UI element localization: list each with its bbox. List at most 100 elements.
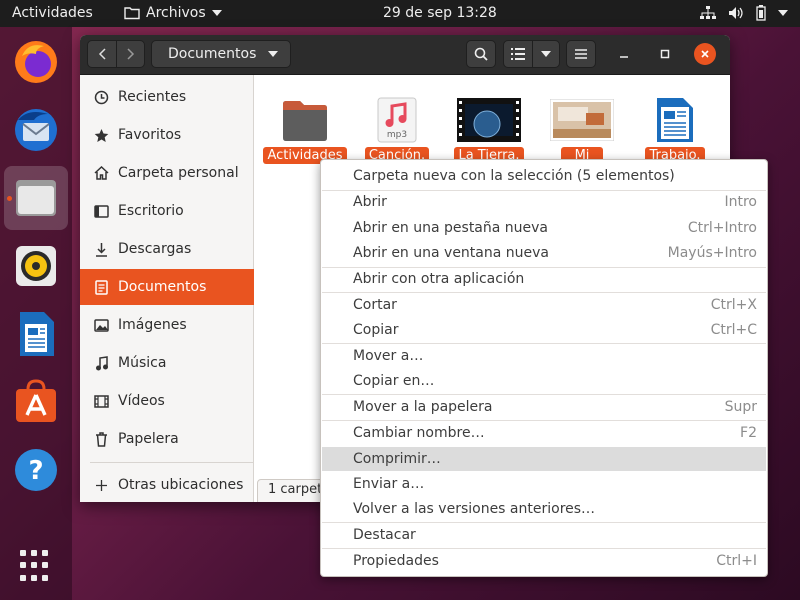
forward-button[interactable] [116, 40, 145, 68]
volume-icon [729, 7, 743, 19]
download-icon [93, 241, 109, 257]
context-menu: Carpeta nueva con la selección (5 elemen… [320, 159, 768, 577]
menu-item-label: Abrir en una ventana nueva [353, 245, 549, 261]
menu-item-cut[interactable]: Cortar Ctrl+X [322, 293, 766, 317]
menu-item-star[interactable]: Destacar [322, 523, 766, 547]
back-button[interactable] [87, 40, 117, 68]
view-toggle-button[interactable] [503, 40, 533, 68]
view-options-button[interactable] [532, 40, 560, 68]
menu-item-accelerator: Ctrl+X [710, 297, 757, 313]
sidebar-item-musica[interactable]: Música [80, 345, 254, 381]
menu-item-copy-to[interactable]: Copiar en… [322, 369, 766, 393]
menu-item-label: Volver a las versiones anteriores… [353, 501, 596, 517]
plus-icon [93, 477, 109, 493]
menu-item-label: Comprimir… [353, 451, 441, 467]
menu-item-properties[interactable]: Propiedades Ctrl+I [322, 549, 766, 573]
chevron-left-icon [98, 48, 106, 60]
main-menu-button[interactable] [566, 40, 596, 68]
file-item[interactable]: Trabajo. [633, 97, 717, 164]
menu-item-open-new-window[interactable]: Abrir en una ventana nueva Mayús+Intro [322, 241, 766, 265]
menu-item-label: Copiar [353, 322, 399, 338]
folder-icon [273, 97, 337, 143]
audio-file-icon: mp3 [365, 97, 429, 143]
minimize-button[interactable] [613, 43, 635, 65]
show-apps-icon[interactable] [20, 550, 52, 582]
sidebar-item-label: Descargas [118, 241, 192, 257]
menu-item-label: Abrir con otra aplicación [353, 271, 525, 287]
dock-software[interactable] [4, 370, 68, 434]
battery-icon [756, 5, 766, 21]
menu-item-label: Carpeta nueva con la selección (5 elemen… [353, 168, 675, 184]
dock-help[interactable]: ? [4, 438, 68, 502]
dock-firefox[interactable] [4, 30, 68, 94]
sidebar: Recientes Favoritos Carpeta personal Esc… [80, 75, 254, 502]
chevron-down-icon [541, 51, 551, 57]
minimize-icon [620, 56, 628, 58]
search-button[interactable] [466, 40, 496, 68]
menu-item-open-with[interactable]: Abrir con otra aplicación [322, 267, 766, 291]
sidebar-item-escritorio[interactable]: Escritorio [80, 193, 254, 229]
sidebar-item-label: Papelera [118, 431, 179, 447]
sidebar-item-label: Favoritos [118, 127, 182, 143]
app-menu[interactable]: Archivos [124, 5, 222, 21]
file-item[interactable]: La Tierra. [447, 97, 531, 164]
files-icon [16, 180, 56, 216]
sidebar-item-favoritos[interactable]: Favoritos [80, 117, 254, 153]
system-tray[interactable] [700, 5, 788, 21]
desktop-icon [93, 203, 109, 219]
menu-item-accelerator: Intro [724, 194, 757, 210]
path-bar-button[interactable]: Documentos [151, 40, 291, 68]
menu-item-open[interactable]: Abrir Intro [322, 190, 766, 214]
sidebar-item-carpeta-personal[interactable]: Carpeta personal [80, 155, 254, 191]
svg-text:?: ? [28, 456, 43, 486]
image-thumbnail-icon [550, 97, 614, 143]
dock-files[interactable] [4, 166, 68, 230]
menu-item-open-new-tab[interactable]: Abrir en una pestaña nueva Ctrl+Intro [322, 216, 766, 240]
dock-rhythmbox[interactable] [4, 234, 68, 298]
sidebar-item-documentos[interactable]: Documentos [80, 269, 254, 305]
menu-item-accelerator: Supr [724, 399, 757, 415]
home-icon [93, 165, 109, 181]
activities-button[interactable]: Actividades [12, 5, 93, 21]
menu-item-label: Cortar [353, 297, 397, 313]
menu-item-send-to[interactable]: Enviar a… [322, 472, 766, 496]
menu-item-revert-previous-versions[interactable]: Volver a las versiones anteriores… [322, 497, 766, 521]
sidebar-item-descargas[interactable]: Descargas [80, 231, 254, 267]
menu-item-label: Abrir en una pestaña nueva [353, 220, 549, 236]
sidebar-item-label: Vídeos [118, 393, 165, 409]
close-button[interactable] [694, 43, 716, 65]
menu-item-move-to[interactable]: Mover a… [322, 344, 766, 368]
video-thumbnail-icon [457, 97, 521, 143]
file-item[interactable]: mp3 Canción. [355, 97, 439, 164]
menu-item-label: Copiar en… [353, 373, 435, 389]
sidebar-item-recientes[interactable]: Recientes [80, 79, 254, 115]
close-icon [701, 50, 709, 58]
folder-icon [124, 7, 140, 20]
sidebar-item-papelera[interactable]: Papelera [80, 421, 254, 457]
menu-item-label: Mover a la papelera [353, 399, 493, 415]
maximize-button[interactable] [654, 43, 676, 65]
file-item[interactable]: Actividades [263, 97, 347, 164]
sidebar-item-otras-ubicaciones[interactable]: Otras ubicaciones [80, 467, 254, 502]
help-icon: ? [15, 449, 57, 491]
libreoffice-writer-icon [20, 312, 54, 356]
path-label: Documentos [168, 46, 257, 62]
app-menu-label: Archivos [146, 5, 206, 21]
sidebar-item-videos[interactable]: Vídeos [80, 383, 254, 419]
menu-item-accelerator: Ctrl+C [710, 322, 757, 338]
trash-icon [93, 431, 109, 447]
file-item[interactable]: Mi [540, 97, 624, 164]
menu-item-copy[interactable]: Copiar Ctrl+C [322, 318, 766, 342]
menu-item-compress[interactable]: Comprimir… [322, 447, 766, 471]
hamburger-icon [575, 49, 587, 59]
menu-item-move-to-trash[interactable]: Mover a la papelera Supr [322, 395, 766, 419]
dock-writer[interactable] [4, 302, 68, 366]
running-indicator [7, 196, 12, 201]
menu-item-new-folder-with-selection[interactable]: Carpeta nueva con la selección (5 elemen… [322, 164, 766, 188]
sidebar-item-label: Documentos [118, 279, 207, 295]
menu-item-rename[interactable]: Cambiar nombre… F2 [322, 421, 766, 445]
sidebar-item-label: Música [118, 355, 167, 371]
dock-thunderbird[interactable] [4, 98, 68, 162]
sidebar-item-imagenes[interactable]: Imágenes [80, 307, 254, 343]
clock[interactable]: 29 de sep 13:28 [383, 5, 497, 21]
